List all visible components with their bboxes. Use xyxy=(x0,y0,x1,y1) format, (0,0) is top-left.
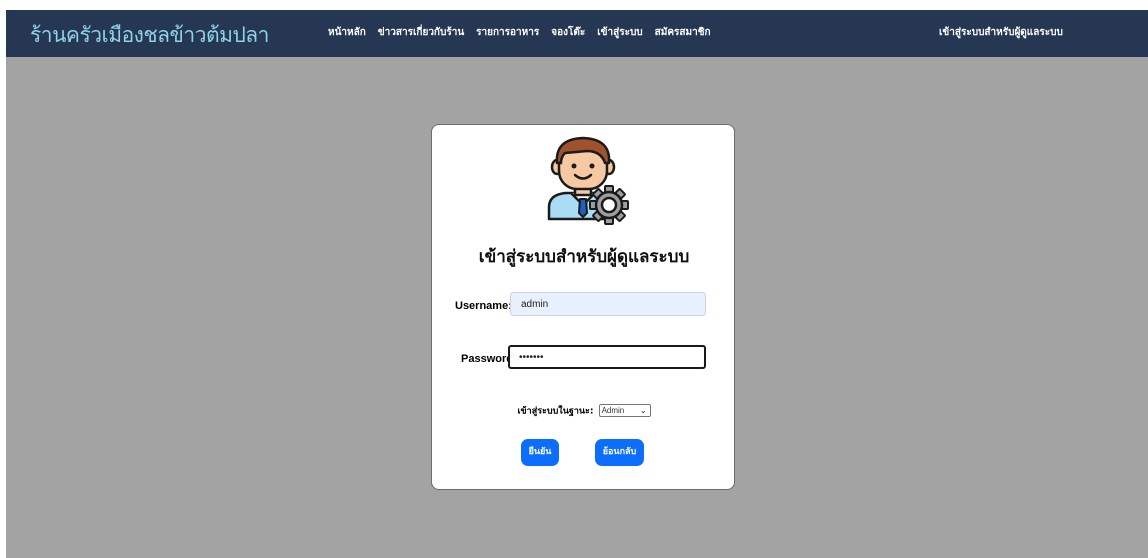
role-row: เข้าสู่ระบบในฐานะ: Admin ⌄ xyxy=(432,400,736,419)
role-label: เข้าสู่ระบบในฐานะ: xyxy=(517,406,594,417)
confirm-button[interactable]: ยืนยัน xyxy=(521,439,559,466)
nav-link-menu[interactable]: รายการอาหาร xyxy=(476,25,539,40)
role-select[interactable]: Admin ⌄ xyxy=(598,404,651,417)
nav-link-reserve[interactable]: จองโต๊ะ xyxy=(551,25,585,40)
nav-link-news[interactable]: ข่าวสารเกี่ยวกับร้าน xyxy=(378,25,464,40)
role-selected-value: Admin xyxy=(601,406,625,415)
nav-links: หน้าหลัก ข่าวสารเกี่ยวกับร้าน รายการอาหา… xyxy=(328,25,711,40)
nav-link-register[interactable]: สมัครสมาชิก xyxy=(655,25,711,40)
back-button[interactable]: ย้อนกลับ xyxy=(595,439,644,466)
admin-login-card: เข้าสู่ระบบสำหรับผู้ดูแลระบบ Username: P… xyxy=(431,124,735,490)
navbar: ร้านครัวเมืองชลข้าวต้มปลา หน้าหลัก ข่าวส… xyxy=(6,10,1148,57)
nav-link-admin-login[interactable]: เข้าสู่ระบบสำหรับผู้ดูแลระบบ xyxy=(939,25,1063,40)
page-frame: ร้านครัวเมืองชลข้าวต้มปลา หน้าหลัก ข่าวส… xyxy=(6,10,1148,558)
admin-user-gear-icon xyxy=(547,136,629,225)
username-input[interactable] xyxy=(510,292,706,316)
page-title: เข้าสู่ระบบสำหรับผู้ดูแลระบบ xyxy=(478,247,690,267)
brand-title[interactable]: ร้านครัวเมืองชลข้าวต้มปลา xyxy=(30,19,269,52)
password-input[interactable] xyxy=(508,345,706,369)
chevron-down-icon: ⌄ xyxy=(639,406,647,415)
username-label: Username: xyxy=(455,300,512,312)
nav-link-login[interactable]: เข้าสู่ระบบ xyxy=(597,25,642,40)
nav-link-home[interactable]: หน้าหลัก xyxy=(328,25,366,40)
